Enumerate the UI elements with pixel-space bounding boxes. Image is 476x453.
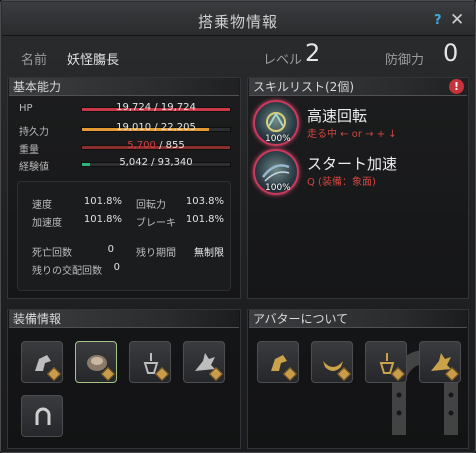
basic-ability-heading: 基本能力: [9, 78, 239, 96]
speed-label: 速度: [32, 200, 52, 211]
accel-label: 加速度: [32, 218, 62, 229]
stamina-row: 持久力 19,010 / 22,205: [19, 122, 231, 138]
breeding-value: 0: [113, 262, 120, 273]
deaths-value: 0: [107, 244, 114, 255]
equip-slot-barding[interactable]: [183, 341, 225, 383]
brake-value: 101.8%: [185, 214, 224, 225]
skill-name-speed-spin: 高速回転: [307, 107, 368, 125]
period-label: 残り期間: [136, 248, 176, 259]
weight-value: 5,700 / 855: [81, 140, 231, 151]
exp-value: 5,042 / 93,340: [119, 157, 193, 168]
skill-list-heading: スキルリスト(2個): [249, 78, 467, 96]
weight-row: 重量 5,700 / 855: [19, 140, 231, 156]
name-label: 名前: [21, 53, 48, 68]
level-label: レベル: [263, 53, 303, 68]
avatar-slot-saddle[interactable]: [311, 341, 353, 383]
weight-label: 重量: [19, 145, 39, 156]
horseshoe-icon: [35, 407, 51, 425]
weight-sep: /: [155, 140, 166, 151]
accel-value: 101.8%: [83, 214, 122, 225]
level-value: 2: [305, 39, 321, 67]
avatar-slot-barding[interactable]: [419, 341, 461, 383]
deaths-label: 死亡回数: [32, 248, 72, 259]
weight-current: 5,700: [127, 140, 156, 151]
period-value: 無制限: [194, 248, 224, 259]
mount-info-window: 搭乗物情報 ? ✕ 名前 妖怪膓長 レベル 2 防御力 0 基本能力 HP 19…: [0, 0, 476, 453]
equip-slot-saddle[interactable]: [75, 341, 117, 383]
equip-slot-stirrup[interactable]: [129, 341, 171, 383]
stats-box: 速度 101.8% 回転力 103.8% 加速度 101.8% ブレーキ 101…: [17, 181, 231, 291]
avatar-heading: アバターについて: [249, 310, 467, 328]
help-button[interactable]: ?: [434, 13, 442, 28]
stamina-value: 19,010 / 22,205: [116, 122, 196, 133]
defense-label: 防御力: [385, 53, 425, 68]
close-button[interactable]: ✕: [450, 10, 464, 30]
turn-value: 103.8%: [185, 196, 224, 207]
skill-key-start-accel: Q (装備：象面): [307, 177, 376, 188]
avatar-slot-stirrup[interactable]: [365, 341, 407, 383]
speed-value: 101.8%: [83, 196, 122, 207]
title-bar[interactable]: 搭乗物情報 ? ✕: [2, 2, 474, 36]
exp-label: 経験値: [19, 162, 49, 173]
turn-label: 回転力: [136, 200, 166, 211]
skill-name-start-accel: スタート加速: [307, 155, 398, 173]
equip-slot-horse-head[interactable]: [21, 341, 63, 383]
skill-pct-speed-spin: 100%: [265, 134, 291, 144]
stamina-label: 持久力: [19, 127, 49, 138]
defense-value: 0: [443, 39, 459, 67]
avatar-slot-horse-head[interactable]: [257, 341, 299, 383]
hp-label: HP: [19, 103, 33, 114]
skill-key-speed-spin: 走る中 ← or → + ↓: [307, 129, 397, 140]
exp-row: 経験値 5,042 / 93,340: [19, 157, 231, 173]
header-row: 名前 妖怪膓長 レベル 2 防御力 0: [1, 37, 476, 73]
skill-pct-start-accel: 100%: [265, 183, 291, 193]
weight-max: 855: [165, 140, 185, 151]
hp-row: HP 19,724 / 19,724: [19, 102, 231, 117]
equipment-heading: 装備情報: [9, 310, 239, 328]
hp-value: 19,724 / 19,724: [116, 102, 196, 113]
mount-name: 妖怪膓長: [67, 53, 120, 68]
breeding-label: 残りの交配回数: [32, 266, 102, 277]
alert-icon[interactable]: !: [449, 79, 464, 94]
window-title: 搭乗物情報: [197, 13, 278, 31]
equip-slot-horseshoe[interactable]: [21, 395, 63, 437]
brake-label: ブレーキ: [136, 218, 176, 229]
